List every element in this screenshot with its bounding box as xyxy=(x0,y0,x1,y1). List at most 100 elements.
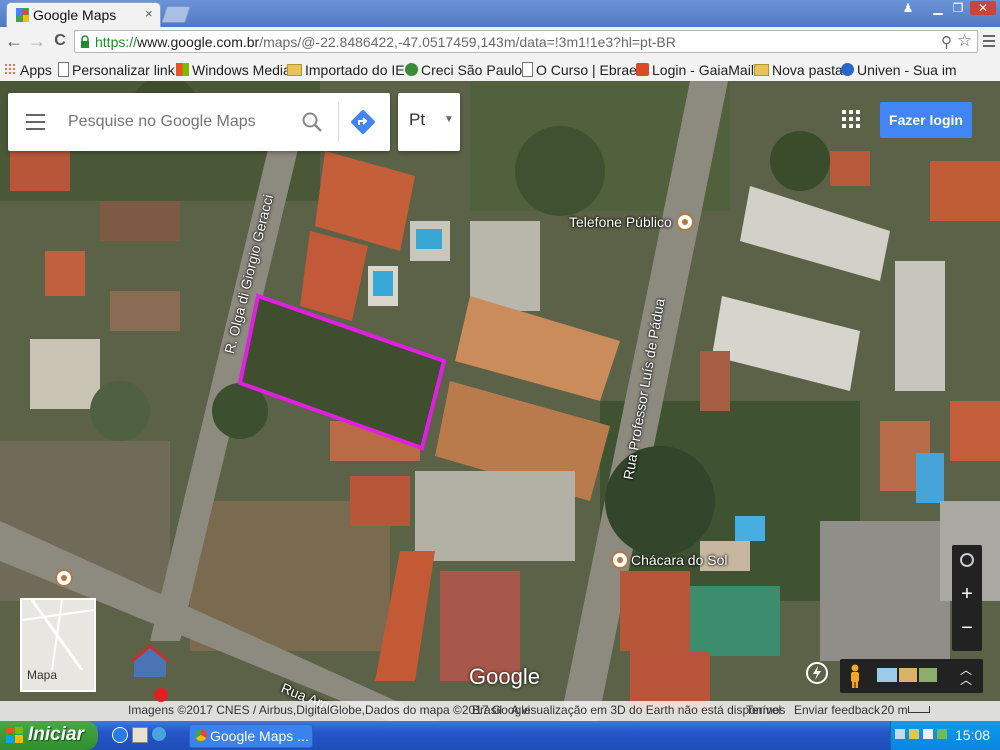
login-button[interactable]: Fazer login xyxy=(880,102,972,138)
bookmark-label: Nova pasta xyxy=(772,61,843,78)
minimap-roads xyxy=(22,600,94,671)
satellite-map[interactable]: Pt ▼ Fazer login Telefone Público Chácar… xyxy=(0,81,1000,721)
browser-toolbar: ← → C https://www.google.com.br/maps/@-2… xyxy=(0,27,1000,59)
poi-chacara-do-sol-marker-icon[interactable] xyxy=(611,551,629,569)
windows-logo-icon xyxy=(6,727,23,743)
zoom-magnifier-icon[interactable]: ⚲ xyxy=(941,33,952,51)
folder-icon xyxy=(287,63,302,76)
apps-grid-icon[interactable] xyxy=(841,109,861,129)
language-value: Pt xyxy=(409,110,426,129)
url-host: www.google.com.br xyxy=(137,34,260,50)
zoom-in-button[interactable]: + xyxy=(952,583,982,606)
address-bar[interactable]: https://www.google.com.br/maps/@-22.8486… xyxy=(74,30,978,53)
minimap-label: Mapa xyxy=(27,668,58,682)
map-bottom-controls: ︿ ︿ xyxy=(840,659,983,693)
page-icon xyxy=(58,62,69,77)
bookmark-personalizar-link[interactable]: Personalizar link xyxy=(58,60,175,79)
minimize-icon[interactable]: ▁ xyxy=(928,1,948,15)
tab-close-icon[interactable]: × xyxy=(145,6,153,21)
bookmark-windows-media[interactable]: Windows Media xyxy=(176,60,291,79)
clock: 15:08 xyxy=(955,727,991,743)
start-button[interactable]: Iniciar xyxy=(0,721,98,750)
poi-telefone-publico-label[interactable]: Telefone Público xyxy=(569,214,672,230)
back-button[interactable]: ← xyxy=(4,31,24,51)
bookmark-label: O Curso | Ebrae xyxy=(536,61,637,78)
chevron-expand-icon[interactable]: ︿ ︿ xyxy=(960,664,972,686)
terms-link[interactable]: Termos xyxy=(746,703,785,717)
bookmark-login-gaiamail[interactable]: Login - GaiaMail xyxy=(636,60,754,79)
map-footer: Imagens ©2017 CNES / Airbus,DigitalGlobe… xyxy=(0,701,1000,721)
scale-bar xyxy=(908,706,930,713)
bookmark-apps[interactable]: Apps xyxy=(4,60,52,79)
google-maps-favicon-icon xyxy=(16,8,29,22)
browser-title-bar: Google Maps × ♟ ▁ ❐ ✕ xyxy=(0,0,1000,27)
tray-volume-icon[interactable] xyxy=(923,729,933,739)
url-scheme: https:// xyxy=(95,34,138,50)
bookmarks-bar: Apps Personalizar link Windows Media Imp… xyxy=(0,58,1000,82)
feedback-link[interactable]: Enviar feedback xyxy=(794,703,880,717)
url-text: https://www.google.com.br/maps/@-22.8486… xyxy=(95,34,676,50)
folder-icon xyxy=(754,63,769,76)
forward-button[interactable]: → xyxy=(27,31,47,51)
apps-grid-icon xyxy=(4,63,17,76)
directions-icon[interactable] xyxy=(350,109,376,135)
search-input[interactable] xyxy=(66,109,290,135)
hamburger-menu-icon[interactable] xyxy=(26,114,45,130)
tab-google-maps[interactable]: Google Maps × xyxy=(6,2,161,27)
tray-network-icon[interactable] xyxy=(895,729,905,739)
bookmark-creci-sao-paulo[interactable]: Creci São Paulo xyxy=(405,60,522,79)
page-icon xyxy=(522,62,533,77)
bookmark-label: Univen - Sua im xyxy=(857,61,957,78)
bookmark-star-icon[interactable]: ☆ xyxy=(957,31,972,51)
bookmark-label: Windows Media xyxy=(192,61,291,78)
url-path: /maps/@-22.8486422,-47.0517459,143m/data… xyxy=(259,34,676,50)
imagery-thumbnail-icon[interactable] xyxy=(919,668,937,682)
earth-notice: A visualização em 3D do Earth não está d… xyxy=(511,703,782,717)
bookmark-label: Importado do IE xyxy=(305,61,405,78)
lock-icon xyxy=(81,35,89,48)
imagery-attribution: Imagens ©2017 CNES / Airbus,DigitalGlobe… xyxy=(128,703,531,717)
bookmark-label: Apps xyxy=(20,61,52,78)
restore-icon[interactable]: ❐ xyxy=(948,1,968,15)
poi-marker-icon[interactable] xyxy=(55,569,73,587)
bookmark-importado-do-ie[interactable]: Importado do IE xyxy=(287,60,405,79)
language-select[interactable]: Pt ▼ xyxy=(398,93,460,151)
earth-unavailable-icon[interactable] xyxy=(805,661,829,685)
search-icon[interactable] xyxy=(301,111,323,133)
house-logo-icon xyxy=(131,644,169,702)
ie-quicklaunch-icon[interactable] xyxy=(112,727,128,743)
zoom-controls: + − xyxy=(952,545,982,651)
tray-security-icon[interactable] xyxy=(909,729,919,739)
satellite-imagery xyxy=(0,81,1000,721)
gaiamail-icon xyxy=(636,63,649,76)
zoom-out-button[interactable]: − xyxy=(952,617,982,640)
windows-taskbar: Iniciar Google Maps ... 15:08 xyxy=(0,721,1000,750)
start-label: Iniciar xyxy=(28,724,84,745)
chrome-menu-icon[interactable] xyxy=(983,33,995,49)
poi-telefone-publico-marker-icon[interactable] xyxy=(676,213,694,231)
bookmark-univen[interactable]: Univen - Sua im xyxy=(841,60,957,79)
bookmark-label: Creci São Paulo xyxy=(421,61,523,78)
reload-button[interactable]: C xyxy=(50,31,70,51)
my-location-icon[interactable] xyxy=(960,553,974,567)
bookmark-nova-pasta[interactable]: Nova pasta xyxy=(754,60,843,79)
new-tab-button[interactable] xyxy=(161,6,191,23)
univen-icon xyxy=(841,63,854,76)
close-window-icon[interactable]: ✕ xyxy=(970,1,996,15)
user-icon[interactable]: ♟ xyxy=(898,1,918,15)
windows-icon xyxy=(176,63,189,76)
bookmark-label: Login - GaiaMail xyxy=(652,61,754,78)
google-watermark: Google xyxy=(469,664,540,689)
imagery-thumbnail-icon[interactable] xyxy=(899,668,917,682)
tab-title: Google Maps xyxy=(33,7,117,23)
tray-app-icon[interactable] xyxy=(937,729,947,739)
media-player-icon[interactable] xyxy=(152,727,166,741)
bookmark-label: Personalizar link xyxy=(72,61,175,78)
taskbar-item-google-maps[interactable]: Google Maps ... xyxy=(189,724,313,748)
bookmark-o-curso-ebrae[interactable]: O Curso | Ebrae xyxy=(522,60,637,79)
poi-chacara-do-sol-label[interactable]: Chácara do Sol xyxy=(631,552,728,568)
map-view-toggle[interactable]: Mapa xyxy=(20,598,96,692)
imagery-thumbnail-icon[interactable] xyxy=(877,668,897,682)
pegman-icon[interactable] xyxy=(848,664,862,688)
show-desktop-icon[interactable] xyxy=(132,727,148,743)
